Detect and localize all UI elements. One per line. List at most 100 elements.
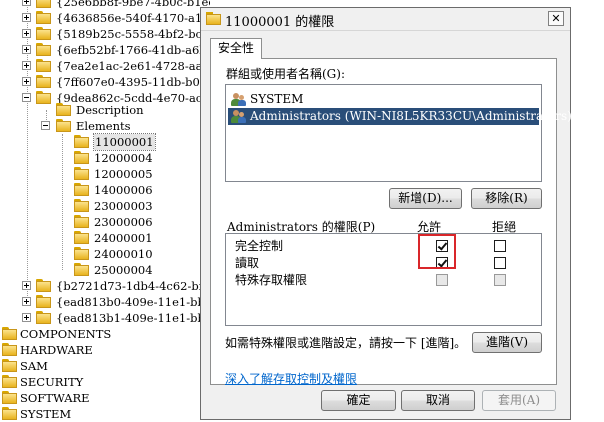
tree-item[interactable]: 12000005 <box>0 166 210 182</box>
tree-item-label: 24000001 <box>94 231 153 245</box>
folder-icon <box>2 391 18 404</box>
collapse-icon[interactable] <box>41 121 50 130</box>
security-panel: 群組或使用者名稱(G): SYSTEM Administrators (WIN-N… <box>210 58 572 387</box>
allow-checkbox <box>436 274 448 286</box>
expand-icon[interactable] <box>22 77 31 86</box>
tree-item[interactable]: HARDWARE <box>0 342 210 358</box>
registry-tree[interactable]: {25e6bb8f-9be7-4b0c-b1ed-aa3e6ab6dba4} {4… <box>0 0 210 422</box>
tree-item[interactable]: 23000003 <box>0 198 210 214</box>
tree-item-label: {5189b25c-5558-4bf2-bca4-289b11bd29e2} <box>56 27 210 41</box>
folder-icon <box>2 327 18 340</box>
user-list-item[interactable]: Administrators (WIN-NI8L5KR33CU\Administ… <box>228 108 572 125</box>
permission-name: 讀取 <box>235 256 260 270</box>
tree-item[interactable]: {ead813b1-409e-11e1-bb65-c81100ab4e91} <box>0 310 210 326</box>
deny-checkbox[interactable] <box>494 240 506 252</box>
tree-item-label: {b2721d73-1db4-4c62-bf78-c548a880142d} <box>56 279 210 293</box>
tree-item-label: SECURITY <box>20 375 84 389</box>
tree-item[interactable]: 24000001 <box>0 230 210 246</box>
tree-item[interactable]: 12000004 <box>0 150 210 166</box>
user-list-item[interactable]: SYSTEM <box>228 91 539 108</box>
close-button[interactable]: ✕ <box>548 11 564 26</box>
permission-row: 特殊存取權限 <box>226 272 541 288</box>
tree-item[interactable]: 25000004 <box>0 262 210 278</box>
dialog-titlebar[interactable]: 11000001 的權限 ✕ <box>201 8 570 31</box>
tree-item-label: {4636856e-540f-4170-a130-a3d1d1e5b2ea} <box>56 11 210 25</box>
tree-item[interactable]: 11000001 <box>0 133 210 151</box>
tree-item[interactable]: 14000006 <box>0 182 210 198</box>
folder-icon <box>36 0 52 8</box>
tree-item[interactable]: 24000010 <box>0 246 210 262</box>
expand-icon[interactable] <box>22 0 31 6</box>
tree-item-label: Elements <box>76 119 131 133</box>
expand-icon[interactable] <box>22 281 31 290</box>
tree-item[interactable]: {7ff607e0-4395-11db-b0de-0800200c9a66} <box>0 74 210 90</box>
tree-item-label: Description <box>76 103 144 117</box>
advanced-button[interactable]: 進階(V) <box>472 332 542 353</box>
expand-icon[interactable] <box>22 313 31 322</box>
folder-icon <box>36 27 52 40</box>
tree-item-label: {ead813b1-409e-11e1-bb65-c81100ab4e91} <box>56 311 210 325</box>
folder-icon <box>74 199 90 212</box>
tree-item[interactable]: {ead813b0-409e-11e1-bb65-c81100ab4e91} <box>0 294 210 310</box>
tree-item[interactable]: SOFTWARE <box>0 390 210 406</box>
tree-item[interactable]: COMPONENTS <box>0 326 210 342</box>
expand-icon[interactable] <box>22 13 31 22</box>
folder-icon <box>74 215 90 228</box>
folder-icon <box>2 407 18 420</box>
tree-item-label: COMPONENTS <box>20 327 112 341</box>
annotation-highlight-box <box>418 234 456 269</box>
folder-icon <box>36 11 52 24</box>
permissions-list: 完全控制 讀取 特殊存取權限 <box>225 233 542 326</box>
collapse-icon[interactable] <box>22 93 31 102</box>
folder-icon <box>36 279 52 292</box>
folder-icon <box>74 231 90 244</box>
deny-checkbox <box>494 274 506 286</box>
user-group-icon <box>231 109 247 124</box>
tree-item-label: {7ff607e0-4395-11db-b0de-0800200c9a66} <box>56 75 210 89</box>
tree-item[interactable]: 23000006 <box>0 214 210 230</box>
expand-icon[interactable] <box>22 297 31 306</box>
tree-item-label: 24000010 <box>94 247 153 261</box>
deny-checkbox[interactable] <box>494 257 506 269</box>
apply-button[interactable]: 套用(A) <box>482 390 556 411</box>
tree-item[interactable]: SYSTEM <box>0 406 210 422</box>
tab-security[interactable]: 安全性 <box>210 38 262 59</box>
tree-item[interactable]: Description <box>0 102 210 118</box>
expand-icon[interactable] <box>22 45 31 54</box>
expand-icon[interactable] <box>22 29 31 38</box>
add-button[interactable]: 新增(D)... <box>389 188 462 209</box>
learn-more-link[interactable]: 深入了解存取控制及權限 <box>225 370 357 387</box>
tree-item-label: {6efb52bf-1766-41db-a6b3-0ee5eff72bd7} <box>56 43 210 57</box>
tree-item[interactable]: SECURITY <box>0 374 210 390</box>
folder-icon <box>36 59 52 72</box>
folder-icon <box>74 167 90 180</box>
advanced-hint-text: 如需特殊權限或進階設定，請按一下 [進階]。 <box>225 336 467 350</box>
tree-item-label: 25000004 <box>94 263 153 277</box>
tree-item-label: 12000005 <box>94 167 153 181</box>
tree-item[interactable]: {b2721d73-1db4-4c62-bf78-c548a880142d} <box>0 278 210 294</box>
ok-button[interactable]: 確定 <box>321 390 396 411</box>
tree-item-label: HARDWARE <box>20 343 93 357</box>
tree-item-label: 11000001 <box>93 133 156 151</box>
tree-item[interactable]: {5189b25c-5558-4bf2-bca4-289b11bd29e2} <box>0 26 210 42</box>
tree-item-label: 23000003 <box>94 199 153 213</box>
cancel-button[interactable]: 取消 <box>401 390 475 411</box>
permissions-dialog: 11000001 的權限 ✕ 安全性 群組或使用者名稱(G): SYSTEM Ad… <box>200 7 572 420</box>
expand-icon[interactable] <box>22 61 31 70</box>
user-name: SYSTEM <box>250 92 304 106</box>
tree-item[interactable]: {7ea2e1ac-2e61-4728-aaa3-896d9d0a9f0e} <box>0 58 210 74</box>
folder-icon <box>74 263 90 276</box>
tree-item[interactable]: Elements <box>0 118 210 134</box>
tree-item-label: 12000004 <box>94 151 153 165</box>
tree-item[interactable]: {25e6bb8f-9be7-4b0c-b1ed-aa3e6ab6dba4} <box>0 0 210 10</box>
user-name: Administrators (WIN-NI8L5KR33CU\Administ… <box>250 109 572 123</box>
user-list[interactable]: SYSTEM Administrators (WIN-NI8L5KR33CU\Ad… <box>225 84 572 182</box>
user-group-icon <box>231 92 247 107</box>
tree-item[interactable]: SAM <box>0 358 210 374</box>
dialog-title: 11000001 的權限 <box>225 15 335 30</box>
tree-item[interactable]: {4636856e-540f-4170-a130-a3d1d1e5b2ea} <box>0 10 210 26</box>
tree-item-label: 23000006 <box>94 215 153 229</box>
tree-item-label: {7ea2e1ac-2e61-4728-aaa3-896d9d0a9f0e} <box>56 59 210 73</box>
remove-button[interactable]: 移除(R) <box>471 188 542 209</box>
tree-item[interactable]: {6efb52bf-1766-41db-a6b3-0ee5eff72bd7} <box>0 42 210 58</box>
